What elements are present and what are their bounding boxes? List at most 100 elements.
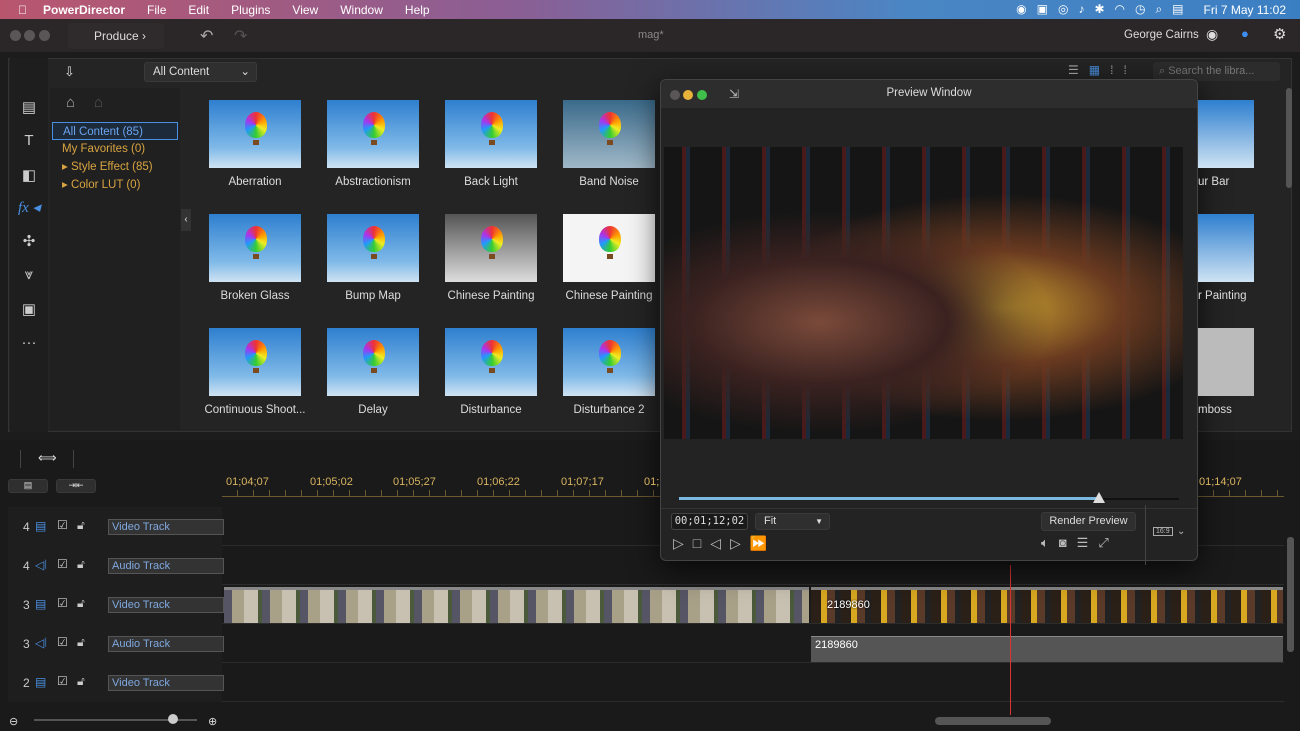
menu-window[interactable]: Window xyxy=(340,3,383,17)
volume-icon[interactable]: 🔈︎ xyxy=(1041,535,1059,550)
effect-tile[interactable]: Band Noise xyxy=(550,100,668,214)
next-frame-icon[interactable]: ▷ xyxy=(730,535,750,551)
ruler-tick-label: 01;04;07 xyxy=(226,476,269,488)
effect-tile[interactable]: Continuous Shoot... xyxy=(196,328,314,442)
effect-tile-partial[interactable]: mboss xyxy=(1198,328,1254,428)
effects-tree: ⌂ ⌂ All Content (85) My Favorites (0) ▸ … xyxy=(50,88,180,430)
view-mode-icons[interactable]: ☰▦⁞⁞ xyxy=(1068,63,1137,77)
undo-icon[interactable]: ↶ xyxy=(200,26,213,46)
track-lock-icon[interactable]: 🔓︎ xyxy=(77,674,85,689)
track-lock-icon[interactable]: 🔓︎ xyxy=(77,635,85,650)
menu-app[interactable]: PowerDirector xyxy=(43,3,125,17)
menu-plugins[interactable]: Plugins xyxy=(231,3,270,17)
preview-zoom-dropdown[interactable]: Fit ▼ xyxy=(755,513,830,530)
track-manager-button[interactable]: ▤ xyxy=(8,479,48,493)
track-name[interactable]: Video Track xyxy=(108,675,224,691)
preview-scrubber-knob[interactable] xyxy=(1093,492,1105,503)
effect-tile[interactable]: Chinese Painting xyxy=(550,214,668,328)
track-name[interactable]: Video Track xyxy=(108,597,224,613)
preview-quality-icon[interactable]: ☰ xyxy=(1077,535,1099,550)
effect-tile[interactable]: Disturbance 2 xyxy=(550,328,668,442)
stop-icon[interactable]: □ xyxy=(693,535,710,551)
playhead[interactable] xyxy=(1010,565,1011,715)
effect-tile-partial[interactable]: r Painting xyxy=(1198,214,1254,314)
effect-tile[interactable]: Back Light xyxy=(432,100,550,214)
zoom-out-icon[interactable]: ⊖ xyxy=(9,715,18,728)
preview-tools[interactable]: 🔈︎◙☰⤢ xyxy=(1041,535,1119,551)
window-controls[interactable] xyxy=(10,30,50,44)
snapshot-camera-icon[interactable]: ◙ xyxy=(1059,535,1077,550)
tree-color-lut[interactable]: ▸ Color LUT (0) xyxy=(52,176,178,194)
transition-room-icon[interactable]: ◧ xyxy=(10,166,48,190)
audio-clip[interactable]: 2189860 xyxy=(811,636,1283,662)
track-lock-icon[interactable]: 🔓︎ xyxy=(77,557,85,572)
menu-view[interactable]: View xyxy=(292,3,318,17)
split-clip-icon[interactable]: ⟺ xyxy=(38,450,57,466)
settings-gear-icon[interactable]: ⚙ xyxy=(1273,25,1286,43)
effect-tile[interactable]: Disturbance xyxy=(432,328,550,442)
user-name[interactable]: George Cairns xyxy=(1124,29,1199,41)
track-name[interactable]: Audio Track xyxy=(108,636,224,652)
tree-my-favorites[interactable]: My Favorites (0) xyxy=(52,140,178,158)
library-scrollbar[interactable] xyxy=(1286,88,1292,188)
aspect-chevron-icon[interactable]: ⌄ xyxy=(1177,526,1185,537)
fullscreen-icon[interactable]: ⤢ xyxy=(1098,535,1118,550)
title-room-icon[interactable]: T xyxy=(10,132,48,156)
more-icon[interactable]: ··· xyxy=(10,334,48,358)
track-lock-icon[interactable]: 🔓︎ xyxy=(77,596,85,611)
subtitle-room-icon[interactable]: ▣ xyxy=(10,300,48,324)
produce-button[interactable]: Produce › xyxy=(68,23,164,49)
status-icons[interactable]: ◉▣◎♪✱◠◷⌕▤ xyxy=(1016,2,1193,17)
track-enable-checkbox[interactable]: ☑ xyxy=(57,596,68,610)
collapse-panel-button[interactable]: ‹ xyxy=(181,209,191,231)
import-media-icon[interactable]: ⇩ xyxy=(64,64,75,80)
menu-help[interactable]: Help xyxy=(405,3,430,17)
particle-room-icon[interactable]: ⩔ xyxy=(10,266,48,290)
tree-style-effect-label: Style Effect (85) xyxy=(70,161,153,173)
timecode-display[interactable]: 00;01;12;02 xyxy=(671,513,748,530)
account-icon[interactable]: ◉ xyxy=(1206,26,1218,43)
effect-tile[interactable]: Bump Map xyxy=(314,214,432,328)
play-icon[interactable]: ▷ xyxy=(673,535,693,551)
add-tag-icon[interactable]: ⌂ xyxy=(66,94,75,111)
track-enable-checkbox[interactable]: ☑ xyxy=(57,635,68,649)
redo-icon[interactable]: ↷ xyxy=(234,26,247,46)
playback-controls[interactable]: ▷□◁▷⏩ xyxy=(673,535,776,552)
zoom-slider-knob[interactable] xyxy=(167,714,178,724)
video-clip-2[interactable]: 2189860 xyxy=(811,587,1283,623)
track-name[interactable]: Audio Track xyxy=(108,558,224,574)
effect-tile-partial[interactable]: ur Bar xyxy=(1198,100,1254,200)
aspect-ratio-button[interactable]: 16:9 xyxy=(1153,527,1173,536)
menu-edit[interactable]: Edit xyxy=(188,3,209,17)
fit-timeline-button[interactable]: ⇥⇤ xyxy=(56,479,96,493)
content-filter-dropdown[interactable]: All Content ⌄ xyxy=(144,62,257,82)
pip-room-icon[interactable]: ✣ xyxy=(10,232,48,256)
timeline-vscrollbar[interactable] xyxy=(1287,537,1294,652)
previous-frame-icon[interactable]: ◁ xyxy=(710,535,730,551)
media-room-icon[interactable]: ▤ xyxy=(10,98,48,122)
effect-tile[interactable]: Delay xyxy=(314,328,432,442)
fx-room-icon[interactable]: fx ◂ xyxy=(10,198,48,222)
fast-forward-icon[interactable]: ⏩ xyxy=(750,535,776,551)
notification-bell-icon[interactable]: ● xyxy=(1241,26,1249,41)
effect-tile[interactable]: Broken Glass xyxy=(196,214,314,328)
ruler-tick-label: 01;05;02 xyxy=(310,476,353,488)
track-enable-checkbox[interactable]: ☑ xyxy=(57,557,68,571)
effect-tile[interactable]: Abstractionism xyxy=(314,100,432,214)
timeline-hscrollbar[interactable] xyxy=(935,717,1051,725)
effect-tile[interactable]: Aberration xyxy=(196,100,314,214)
render-preview-button[interactable]: Render Preview xyxy=(1041,512,1136,531)
tree-all-content[interactable]: All Content (85) xyxy=(52,122,178,140)
track-enable-checkbox[interactable]: ☑ xyxy=(57,674,68,688)
delete-tag-icon[interactable]: ⌂ xyxy=(94,94,103,111)
apple-icon[interactable]:  xyxy=(18,3,27,17)
track-name[interactable]: Video Track xyxy=(108,519,224,535)
video-clip-1[interactable] xyxy=(224,587,809,623)
track-lock-icon[interactable]: 🔓︎ xyxy=(77,518,85,533)
effect-tile[interactable]: Chinese Painting xyxy=(432,214,550,328)
track-enable-checkbox[interactable]: ☑ xyxy=(57,518,68,532)
menu-file[interactable]: File xyxy=(147,3,166,17)
tree-style-effect[interactable]: ▸ Style Effect (85) xyxy=(52,158,178,176)
zoom-in-icon[interactable]: ⊕ xyxy=(208,715,217,728)
effect-thumbnail xyxy=(445,328,537,396)
